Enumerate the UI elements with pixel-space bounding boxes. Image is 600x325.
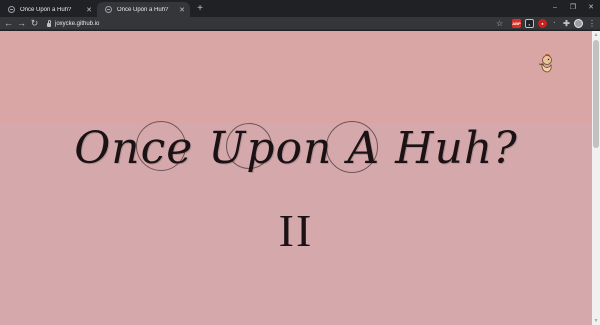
maximize-button[interactable]: ❐	[564, 2, 582, 14]
scrollbar-thumb[interactable]	[593, 40, 599, 148]
adblock-extension-icon[interactable]: ABP	[512, 19, 521, 28]
reload-button[interactable]: ↻	[29, 18, 40, 29]
extension-icon[interactable]: ◐	[525, 19, 534, 28]
page-title: Once Upon A Huh?	[74, 123, 518, 174]
close-window-button[interactable]: ✕	[582, 2, 600, 14]
extension-icon[interactable]: ·	[550, 19, 559, 28]
bookmark-star-icon[interactable]: ☆	[496, 17, 503, 30]
tab-once-upon-a-huh-2[interactable]: Once Upon a Huh? ✕	[97, 2, 190, 17]
globe-icon	[8, 6, 15, 13]
vertical-scrollbar[interactable]: ▲ ▼	[592, 31, 600, 325]
background-band-top	[0, 31, 592, 123]
back-button[interactable]: ←	[3, 18, 14, 29]
scroll-up-arrow-icon[interactable]: ▲	[592, 31, 600, 39]
tab-title: Once Upon a Huh?	[20, 6, 72, 13]
address-bar[interactable]: joxycke.github.io	[42, 18, 508, 29]
profile-avatar[interactable]	[574, 19, 583, 28]
chapter-numeral: II	[278, 205, 314, 256]
lock-icon[interactable]	[47, 19, 51, 27]
minimize-button[interactable]: –	[546, 2, 564, 14]
page-viewport: Once Upon A Huh? II	[0, 31, 592, 325]
puzzle-extensions-icon[interactable]: ✚	[562, 19, 571, 28]
new-tab-button[interactable]: +	[195, 3, 205, 15]
close-tab-icon[interactable]: ✕	[85, 6, 93, 14]
scroll-down-arrow-icon[interactable]: ▼	[592, 317, 600, 325]
tab-strip: Once Upon a Huh? ✕ Once Upon a Huh? ✕ + …	[0, 0, 600, 17]
tab-once-upon-a-huh-1[interactable]: Once Upon a Huh? ✕	[0, 2, 97, 17]
extension-icon[interactable]: ●	[538, 19, 547, 28]
close-tab-icon[interactable]: ✕	[178, 6, 186, 14]
browser-toolbar: ← → ↻ joxycke.github.io ☆ ABP ◐ ● · ✚ ⋮	[0, 17, 600, 30]
mascot-character-icon[interactable]	[536, 53, 556, 73]
browser-menu-icon[interactable]: ⋮	[588, 17, 596, 30]
url-text[interactable]: joxycke.github.io	[55, 21, 99, 27]
tab-title: Once Upon a Huh?	[117, 6, 169, 13]
forward-button[interactable]: →	[16, 18, 27, 29]
globe-icon	[105, 6, 112, 13]
